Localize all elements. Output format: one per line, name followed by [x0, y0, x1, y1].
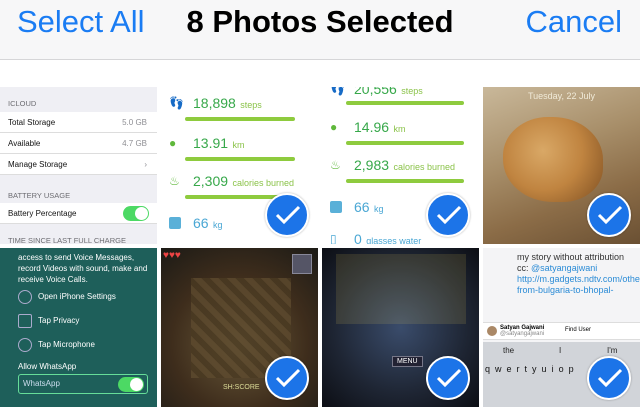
progress-bar [346, 141, 464, 145]
hand-icon [18, 314, 32, 328]
allow-toggle-row: WhatsApp [18, 374, 148, 394]
step-row: Tap Microphone [18, 338, 95, 352]
photo-thumbnail-fitness-1[interactable]: 👣 18,898 steps ● 13.91 km ♨ 2,309 calori… [161, 87, 318, 244]
photo-thumbnail-whatsapp[interactable]: access to send Voice Messages, record Vi… [0, 248, 157, 407]
selected-checkmark-icon [587, 193, 631, 237]
dog-shape [503, 117, 603, 202]
photo-thumbnail-fitness-2[interactable]: 👣 20,556 steps ● 14.96 km ♨ 2,983 calori… [322, 87, 479, 244]
game-text-block [336, 254, 466, 324]
icloud-header: ICLOUD [8, 99, 37, 108]
photo-thumbnail-dog[interactable]: Tuesday, 22 July [483, 87, 640, 244]
glass-icon: ▯ [330, 232, 337, 244]
photo-thumbnail-game-1[interactable]: ♥♥♥ SH:SCORE [161, 248, 318, 407]
photo-thumbnail-tweet[interactable]: my story without attribution cc: @satyan… [483, 248, 640, 407]
selected-checkmark-icon [265, 193, 309, 237]
progress-bar [185, 117, 295, 121]
photo-thumbnail-game-2[interactable]: MENU [322, 248, 479, 407]
avatar [487, 326, 497, 336]
selected-checkmark-icon [587, 356, 631, 400]
allow-label: Allow WhatsApp [18, 362, 77, 371]
photo-date-label: Tuesday, 22 July [527, 91, 596, 101]
toggle-on [118, 377, 144, 392]
flame-icon: ♨ [169, 174, 180, 188]
scale-icon [169, 217, 181, 229]
selected-checkmark-icon [265, 356, 309, 400]
microphone-icon [18, 338, 32, 352]
battery-row: Battery Percentage [0, 203, 157, 224]
game-label: SH:SCORE [223, 384, 260, 391]
progress-bar [346, 179, 464, 183]
hearts-icon: ♥♥♥ [163, 250, 181, 261]
progress-bar [346, 101, 464, 105]
settings-row: Available 4.7 GB [0, 133, 157, 154]
selected-checkmark-icon [426, 193, 470, 237]
location-pin-icon: ● [169, 136, 177, 150]
keyboard-row: qwertyuiop [485, 364, 579, 374]
settings-row: Manage Storage › [0, 154, 157, 175]
menu-button: MENU [392, 356, 423, 367]
photo-grid: ICLOUD Total Storage 5.0 GB Available 4.… [0, 87, 640, 407]
since-header: TIME SINCE LAST FULL CHARGE [8, 236, 126, 244]
cancel-button[interactable]: Cancel [526, 4, 623, 40]
inventory-icon [292, 254, 312, 274]
location-pin-icon: ● [330, 120, 338, 134]
step-row: Tap Privacy [18, 314, 79, 328]
progress-bar [185, 157, 295, 161]
tweet-text: my story without attribution cc: @satyan… [517, 252, 640, 295]
selected-checkmark-icon [426, 356, 470, 400]
step-row: Open iPhone Settings [18, 290, 116, 304]
toggle-on [123, 206, 149, 221]
footsteps-icon: 👣 [330, 87, 345, 96]
scale-icon [330, 201, 342, 213]
whatsapp-intro: access to send Voice Messages, record Vi… [18, 253, 148, 284]
flame-icon: ♨ [330, 158, 341, 172]
photo-thumbnail-settings[interactable]: ICLOUD Total Storage 5.0 GB Available 4.… [0, 87, 157, 244]
navigation-bar: Select All 8 Photos Selected Cancel [0, 0, 640, 60]
settings-icon [18, 290, 32, 304]
footsteps-icon: 👣 [169, 96, 184, 110]
settings-row: Total Storage 5.0 GB [0, 112, 157, 133]
mention-row: Satyan Gajwani @satyangajwani Find User [483, 322, 640, 340]
battery-header: BATTERY USAGE [8, 191, 71, 200]
